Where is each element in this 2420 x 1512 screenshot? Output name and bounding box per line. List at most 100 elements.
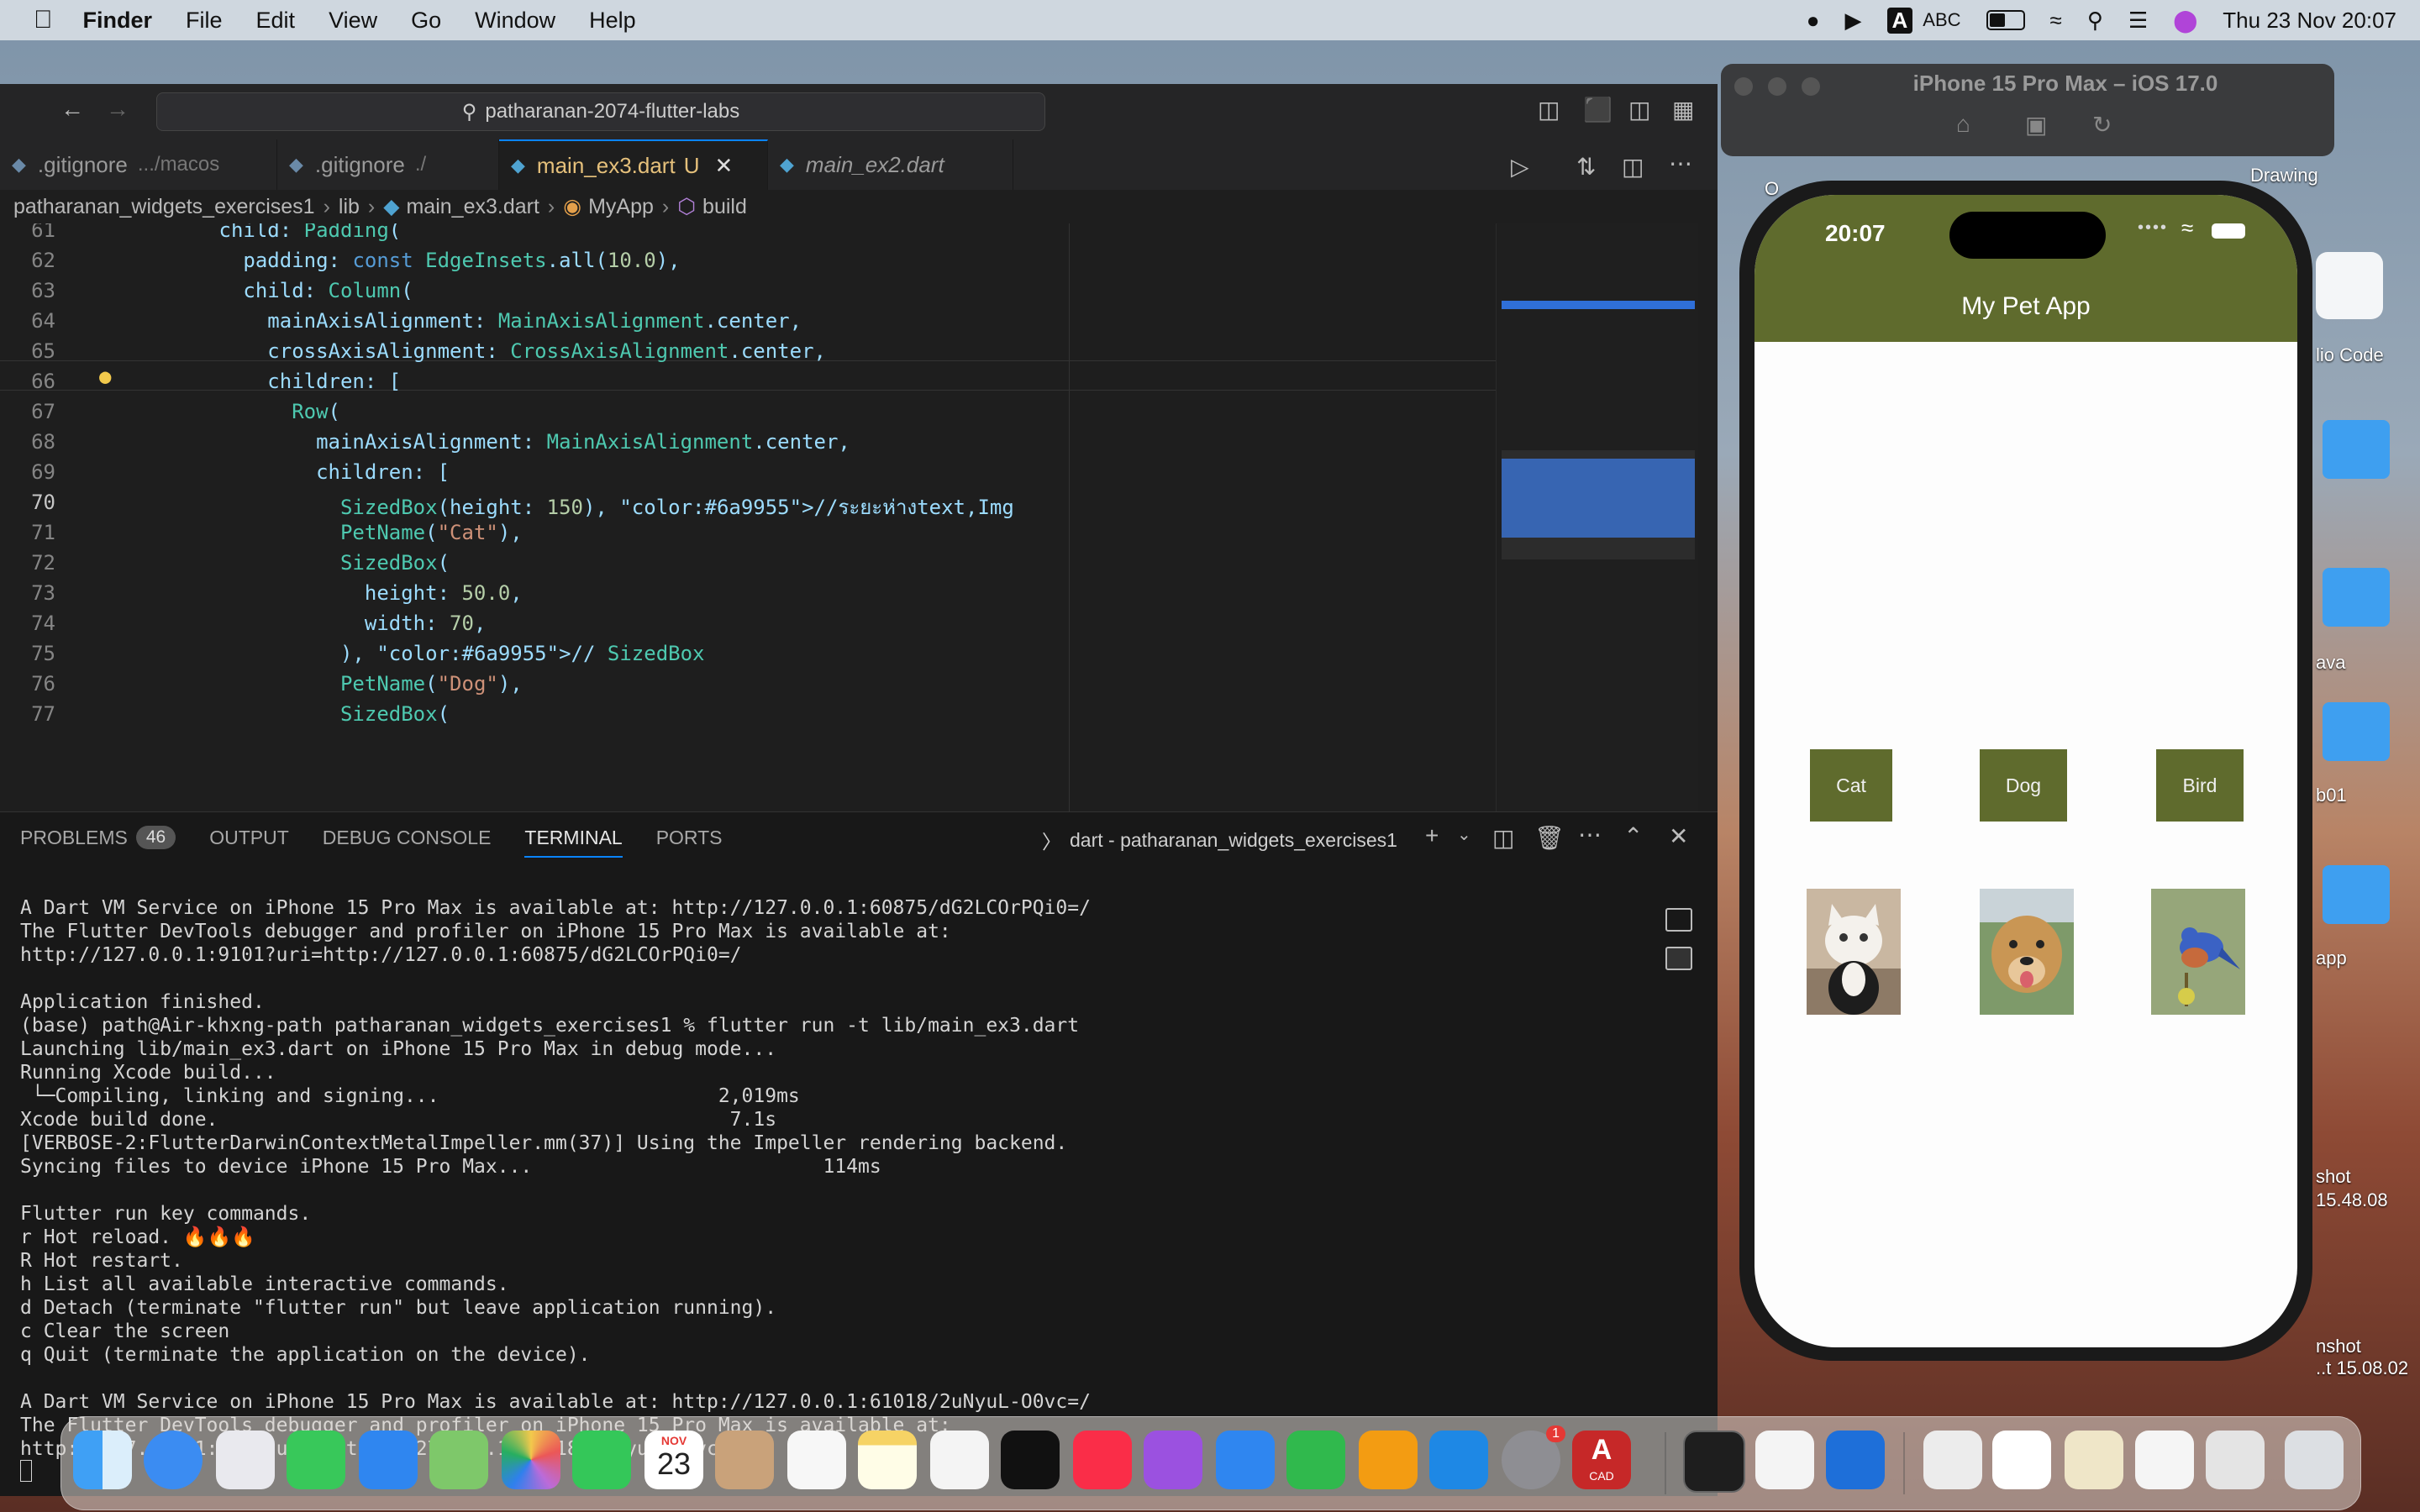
close-panel-icon[interactable]: ✕	[1669, 822, 1688, 850]
compare-icon[interactable]: ⇅	[1576, 153, 1596, 181]
command-center-search[interactable]: ⚲ patharanan-2074-flutter-labs	[156, 92, 1045, 131]
screenshot-icon[interactable]: ▣	[2025, 111, 2047, 139]
search-icon[interactable]: ⚲	[2087, 8, 2103, 34]
play-icon[interactable]: ▶	[1845, 8, 1862, 34]
app-store-icon[interactable]	[1429, 1431, 1488, 1489]
recent-document-thumbnail[interactable]	[2135, 1431, 2194, 1489]
tab-problems[interactable]: PROBLEMS 46	[20, 812, 176, 863]
podcasts-icon[interactable]	[1144, 1431, 1202, 1489]
tab-gitignore-macos[interactable]: ◆ .gitignore .../macos	[0, 139, 277, 190]
terminal-scrollbar[interactable]	[1625, 896, 1632, 1451]
keynote-icon[interactable]	[1216, 1431, 1275, 1489]
launchpad-icon[interactable]	[216, 1431, 275, 1489]
menu-view[interactable]: View	[329, 8, 377, 34]
apple-icon[interactable]: 	[34, 6, 53, 34]
minimap-viewport[interactable]	[1502, 450, 1695, 559]
pages-icon[interactable]	[1359, 1431, 1418, 1489]
folder-icon[interactable]	[2323, 702, 2390, 761]
wifi-icon[interactable]: ≈	[2050, 8, 2062, 34]
recent-document-thumbnail[interactable]	[2206, 1431, 2265, 1489]
siri-icon[interactable]: ⬤	[2173, 8, 2197, 34]
pet-name-cat[interactable]: Cat	[1810, 749, 1892, 822]
recent-document-thumbnail[interactable]	[1923, 1431, 1982, 1489]
home-icon[interactable]: ⌂	[1956, 111, 1970, 138]
facetime-icon[interactable]	[572, 1431, 631, 1489]
apple-tv-icon[interactable]	[1001, 1431, 1060, 1489]
reminders-icon[interactable]	[787, 1431, 846, 1489]
desktop-label[interactable]: b01	[2316, 785, 2347, 806]
rotate-icon[interactable]: ↻	[2092, 111, 2112, 139]
music-icon[interactable]	[1073, 1431, 1132, 1489]
freeform-icon[interactable]	[930, 1431, 989, 1489]
code-editor[interactable]: ● 61 child: Padding(62 padding: const Ed…	[0, 223, 1496, 811]
safari-icon[interactable]	[144, 1431, 203, 1489]
more-actions-icon[interactable]: ⋯	[1669, 150, 1692, 177]
breadcrumb-item[interactable]: lib	[339, 195, 360, 219]
desktop-label[interactable]: shot	[2316, 1166, 2351, 1188]
battery-icon[interactable]	[1986, 10, 2025, 30]
terminal-selector[interactable]: 〉 dart - patharanan_widgets_exercises1	[1042, 826, 1397, 854]
tab-ports[interactable]: PORTS	[656, 812, 723, 863]
menu-window[interactable]: Window	[475, 8, 555, 34]
maps-icon[interactable]	[429, 1431, 488, 1489]
toggle-sidebar-icon[interactable]: ◫	[1538, 96, 1560, 123]
tab-terminal[interactable]: TERMINAL	[524, 812, 623, 863]
menu-go[interactable]: Go	[411, 8, 441, 34]
tab-debug-console[interactable]: DEBUG CONSOLE	[323, 812, 492, 863]
recent-document-thumbnail[interactable]	[2065, 1431, 2123, 1489]
forward-arrow-icon[interactable]: →	[106, 96, 129, 123]
folder-icon[interactable]	[2323, 420, 2390, 479]
clock[interactable]: Thu 23 Nov 20:07	[2223, 8, 2396, 34]
tab-main-ex3[interactable]: ◆ main_ex3.dart U ✕	[499, 139, 768, 190]
menu-edit[interactable]: Edit	[256, 8, 296, 34]
pet-name-dog[interactable]: Dog	[1980, 749, 2067, 822]
run-debug-icon[interactable]: ▷	[1511, 153, 1529, 181]
terminal-instance-icon[interactable]	[1665, 908, 1692, 932]
breadcrumb-item[interactable]: main_ex3.dart	[406, 195, 539, 219]
numbers-icon[interactable]	[1286, 1431, 1345, 1489]
desktop-label[interactable]: Drawing	[2250, 165, 2318, 186]
split-terminal-icon[interactable]: ◫	[1492, 824, 1514, 852]
messages-icon[interactable]	[287, 1431, 345, 1489]
close-icon[interactable]: ✕	[714, 153, 733, 179]
breadcrumb-item[interactable]: patharanan_widgets_exercises1	[13, 195, 315, 219]
tab-gitignore-root[interactable]: ◆ .gitignore ./	[277, 139, 499, 190]
desktop-label[interactable]: O	[1765, 178, 1779, 200]
finder-icon[interactable]	[73, 1431, 132, 1489]
maximize-panel-icon[interactable]: ⌃	[1623, 822, 1643, 850]
desktop-label[interactable]: nshot	[2316, 1336, 2361, 1357]
vscode-app-icon[interactable]	[1755, 1431, 1814, 1489]
system-settings-icon[interactable]: 1	[1502, 1425, 1565, 1489]
creative-cloud-icon[interactable]: ●	[1807, 8, 1820, 34]
menu-file[interactable]: File	[186, 8, 223, 34]
tab-output[interactable]: OUTPUT	[209, 812, 289, 863]
folder-icon[interactable]	[2323, 865, 2390, 924]
zoom-window-button[interactable]	[1802, 77, 1820, 96]
folder-icon[interactable]	[2323, 568, 2390, 627]
input-source-label[interactable]: ABC	[1923, 9, 1960, 31]
layout-icon[interactable]: ▦	[1672, 96, 1694, 123]
more-actions-icon[interactable]: ⋯	[1578, 821, 1602, 848]
mail-icon[interactable]	[359, 1431, 418, 1489]
toggle-panel-icon[interactable]: ⬛	[1583, 96, 1612, 123]
contacts-icon[interactable]	[715, 1431, 774, 1489]
desktop-label[interactable]: 15.48.08	[2316, 1189, 2388, 1211]
vscode-app-icon[interactable]	[2316, 252, 2383, 319]
terminal-instance-icon[interactable]	[1665, 947, 1692, 970]
chevron-down-icon[interactable]: ⌄	[1457, 824, 1471, 845]
toggle-secondary-sidebar-icon[interactable]: ◫	[1628, 96, 1650, 123]
menu-app-name[interactable]: Finder	[83, 8, 153, 34]
back-arrow-icon[interactable]: ←	[60, 96, 84, 123]
minimap[interactable]	[1496, 223, 1698, 811]
desktop-label[interactable]: ava	[2316, 652, 2345, 674]
menu-help[interactable]: Help	[589, 8, 636, 34]
calendar-icon[interactable]: NOV 23	[644, 1431, 703, 1489]
trash-icon[interactable]: 🗑	[1534, 824, 1565, 852]
tab-main-ex2[interactable]: ◆ main_ex2.dart	[768, 139, 1013, 190]
recent-document-thumbnail[interactable]	[1992, 1431, 2051, 1489]
breadcrumb-item[interactable]: MyApp	[588, 195, 654, 219]
desktop-label[interactable]: app	[2316, 948, 2347, 969]
control-center-icon[interactable]: ☰	[2128, 8, 2148, 34]
minimize-window-button[interactable]	[1768, 77, 1786, 96]
input-source-badge[interactable]: A	[1886, 7, 1913, 34]
